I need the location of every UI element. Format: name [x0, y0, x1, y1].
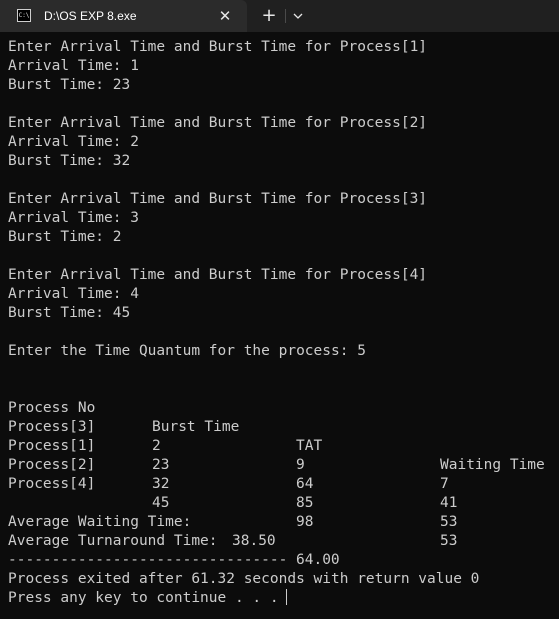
cell-burst: 32 [152, 476, 170, 492]
tab-title: D:\OS EXP 8.exe [44, 9, 137, 23]
arrival-time-2: Arrival Time: 2 [8, 134, 139, 150]
console-output[interactable]: Enter Arrival Time and Burst Time for Pr… [8, 38, 559, 608]
cell-waiting: 53 [440, 533, 458, 549]
input-prompt-4: Enter Arrival Time and Burst Time for Pr… [8, 267, 428, 283]
burst-time-1: Burst Time: 23 [8, 77, 131, 93]
avg-waiting-value: 38.50 [232, 533, 276, 549]
table-row: Process[1] 23 64 41 [8, 418, 559, 511]
average-waiting-time: Average Waiting Time: 38.50 [8, 494, 559, 549]
close-tab-icon[interactable]: ✕ [215, 6, 235, 26]
arrival-time-3: Arrival Time: 3 [8, 210, 139, 226]
avg-tat-label: Average Turnaround Time: [8, 533, 218, 549]
chevron-down-icon[interactable] [288, 6, 308, 26]
arrival-time-1: Arrival Time: 1 [8, 58, 139, 74]
table-row: Process[3] 2 9 7 [8, 399, 559, 492]
title-bar: C:\ D:\OS EXP 8.exe ✕ + [0, 0, 559, 32]
text-cursor [285, 589, 287, 605]
separator-line: -------------------------------- [8, 552, 288, 568]
burst-time-3: Burst Time: 2 [8, 229, 122, 245]
table-row: Process[4] 45 98 53 [8, 456, 559, 549]
cell-tat: 64 [296, 476, 314, 492]
continue-prompt: Press any key to continue . . . [8, 590, 279, 606]
burst-time-2: Burst Time: 32 [8, 153, 131, 169]
tab-divider [285, 9, 286, 23]
input-prompt-1: Enter Arrival Time and Burst Time for Pr… [8, 39, 428, 55]
input-prompt-3: Enter Arrival Time and Burst Time for Pr… [8, 191, 428, 207]
tab-os-exp-8[interactable]: C:\ D:\OS EXP 8.exe ✕ [0, 0, 247, 32]
arrival-time-4: Arrival Time: 4 [8, 286, 139, 302]
burst-time-4: Burst Time: 45 [8, 305, 131, 321]
exit-message: Process exited after 61.32 seconds with … [8, 571, 480, 587]
average-turnaround-time: Average Turnaround Time: 64.00 [8, 513, 559, 568]
terminal-window: C:\ D:\OS EXP 8.exe ✕ + Enter Arrival Ti… [0, 0, 559, 619]
new-tab-button[interactable]: + [258, 5, 280, 27]
table-row: Process[2] 32 85 53 [8, 437, 559, 530]
cell-waiting: 7 [440, 476, 449, 492]
console-app-icon: C:\ [17, 9, 31, 22]
input-prompt-2: Enter Arrival Time and Burst Time for Pr… [8, 115, 428, 131]
avg-tat-value: 64.00 [296, 552, 340, 568]
table-header: Process No Burst Time TAT Waiting Time [8, 380, 559, 473]
cell-process: Process[4] [8, 476, 96, 492]
continue-prompt-line: Press any key to continue . . . [8, 589, 559, 608]
quantum-prompt: Enter the Time Quantum for the process: … [8, 343, 366, 359]
